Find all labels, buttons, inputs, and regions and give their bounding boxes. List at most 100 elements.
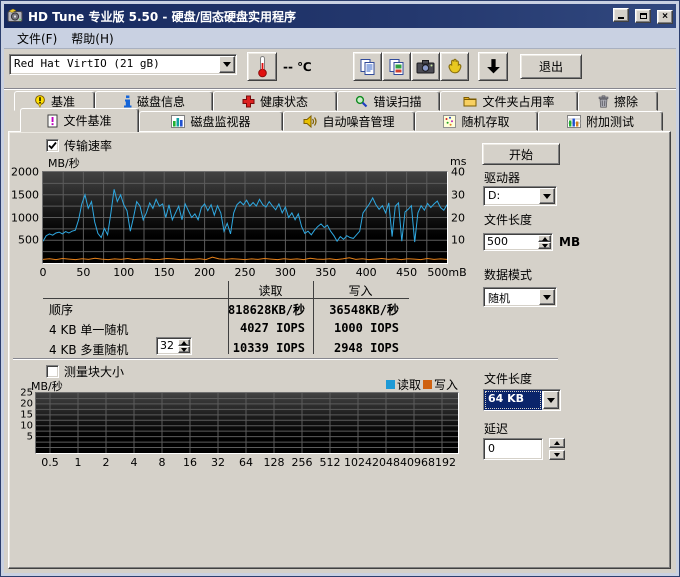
- x-tick-label: 450: [396, 266, 417, 279]
- tab-label: 擦除: [614, 93, 638, 110]
- tab-folder-usage[interactable]: 文件夹占用率: [440, 91, 578, 111]
- drive-select-value: Red Hat VirtIO (21 gB): [10, 55, 218, 74]
- write-column-header: 写入: [313, 282, 408, 299]
- tab-label: 文件基准: [63, 112, 111, 129]
- data-mode-button[interactable]: [539, 289, 555, 305]
- toolbar-separator: [4, 88, 676, 90]
- x-tick-label: 256: [292, 456, 313, 469]
- tab-aam[interactable]: 自动噪音管理: [283, 111, 415, 131]
- legend-write-swatch: [423, 380, 432, 389]
- target-drive-value: D:: [484, 187, 538, 205]
- 4k-single-read-value: 4027 IOPS: [228, 321, 305, 335]
- tab-label: 附加测试: [586, 113, 634, 130]
- aam-icon: [303, 115, 317, 128]
- drive-select-button[interactable]: [219, 56, 235, 73]
- x-tick-label: 8: [159, 456, 166, 469]
- data-mode-select[interactable]: 随机: [483, 287, 557, 307]
- drive-select[interactable]: Red Hat VirtIO (21 gB): [9, 54, 237, 75]
- down-arrow-icon: [554, 453, 560, 457]
- read-column-header: 读取: [228, 282, 313, 299]
- title-bar: HD Tune 专业版 5.50 - 硬盘/固态硬盘实用程序 ×: [4, 4, 676, 28]
- random-access-icon: [443, 115, 456, 128]
- tab-erase[interactable]: 擦除: [578, 91, 658, 111]
- tab-label: 错误扫描: [373, 93, 421, 110]
- window-controls: ×: [611, 8, 673, 25]
- queue-depth-spinner[interactable]: 32: [156, 337, 192, 355]
- chevron-down-icon: [543, 194, 551, 199]
- tab-label: 随机存取: [461, 113, 509, 130]
- y-tick-label: 25: [20, 388, 33, 399]
- block-chart-x-ticks: 0.512481632641282565121024204840968192: [36, 456, 458, 470]
- tab-file-benchmark[interactable]: 文件基准: [20, 108, 139, 132]
- transfer-rate-label: 传输速率: [64, 137, 112, 154]
- y-tick-label: 10: [20, 420, 33, 431]
- exit-button[interactable]: 退出: [520, 54, 582, 79]
- delay-field[interactable]: 0: [483, 438, 543, 460]
- y-tick-label: 500: [18, 234, 39, 247]
- file-length-down-button[interactable]: [538, 242, 551, 249]
- queue-depth-down-button[interactable]: [178, 346, 190, 353]
- erase-icon: [598, 95, 609, 108]
- tab-health[interactable]: 健康状态: [213, 91, 337, 111]
- x-tick-label: 16: [183, 456, 197, 469]
- 4k-multi-read-value: 10339 IOPS: [228, 341, 305, 355]
- tab-random-access[interactable]: 随机存取: [415, 111, 538, 131]
- x-tick-label: 2048: [372, 456, 400, 469]
- delay-down-button[interactable]: [549, 450, 565, 460]
- queue-depth-up-button[interactable]: [178, 339, 190, 346]
- copy-text-button[interactable]: [353, 52, 382, 81]
- queue-depth-value: 32: [157, 338, 177, 354]
- close-button[interactable]: ×: [657, 10, 673, 24]
- temperature-button[interactable]: [247, 52, 277, 81]
- screenshot-button[interactable]: [411, 52, 440, 81]
- menu-bar: 文件(F) 帮助(H): [4, 28, 676, 48]
- main-chart-y-left-unit: MB/秒: [48, 155, 80, 171]
- y-tick-label: 15: [20, 409, 33, 420]
- donate-button[interactable]: [440, 52, 469, 81]
- x-tick-label: 50: [76, 266, 90, 279]
- up-arrow-icon: [542, 237, 548, 241]
- file-length-spinner[interactable]: 500: [483, 233, 553, 251]
- target-drive-select[interactable]: D:: [483, 186, 557, 206]
- x-tick-label: 1: [75, 456, 82, 469]
- x-tick-label: 300: [275, 266, 296, 279]
- tab-error-scan[interactable]: 错误扫描: [337, 91, 440, 111]
- client-area: Red Hat VirtIO (21 gB) -- ℃ 退出: [4, 48, 676, 573]
- main-chart-y-left-ticks: 200015001000500: [9, 172, 39, 263]
- x-tick-label: 100: [113, 266, 134, 279]
- main-chart-plot: [42, 171, 448, 264]
- error-scan-icon: [355, 95, 368, 108]
- tab-label: 文件夹占用率: [482, 93, 554, 110]
- tab-label: 自动噪音管理: [322, 113, 394, 130]
- main-chart-y-right-ticks: 40302010: [451, 172, 475, 263]
- main-chart-canvas: [43, 172, 447, 263]
- copy-image-button[interactable]: [382, 52, 411, 81]
- down-arrow-icon: [542, 244, 548, 248]
- start-button[interactable]: 开始: [482, 143, 560, 165]
- app-window: HD Tune 专业版 5.50 - 硬盘/固态硬盘实用程序 × 文件(F) 帮…: [0, 0, 680, 577]
- legend-read-swatch: [386, 380, 395, 389]
- maximize-button[interactable]: [635, 9, 651, 23]
- up-arrow-icon: [554, 441, 560, 445]
- block-file-length-select[interactable]: 64 KB: [483, 389, 561, 411]
- file-length-unit: MB: [559, 235, 580, 249]
- tab-disk-monitor[interactable]: 磁盘监视器: [139, 111, 283, 131]
- tab-extra-tests[interactable]: 附加测试: [538, 111, 663, 131]
- block-file-length-button[interactable]: [543, 391, 559, 409]
- minimize-button[interactable]: [613, 8, 629, 22]
- menu-file[interactable]: 文件(F): [10, 28, 64, 49]
- app-icon: [7, 8, 23, 24]
- y-tick-label: 2000: [11, 166, 39, 179]
- block-chart-y-ticks: 252015105: [9, 393, 33, 453]
- thermometer-icon: [257, 55, 268, 78]
- menu-help[interactable]: 帮助(H): [64, 28, 120, 49]
- target-drive-button[interactable]: [539, 188, 555, 204]
- delay-value: 0: [484, 439, 542, 455]
- sequential-write-value: 36548KB/秒: [317, 301, 399, 318]
- disk-monitor-icon: [171, 115, 185, 128]
- save-results-button[interactable]: [478, 52, 508, 81]
- transfer-rate-checkbox[interactable]: 传输速率: [46, 137, 112, 154]
- file-length-up-button[interactable]: [538, 235, 551, 242]
- delay-up-button[interactable]: [549, 438, 565, 448]
- chevron-down-icon: [543, 295, 551, 300]
